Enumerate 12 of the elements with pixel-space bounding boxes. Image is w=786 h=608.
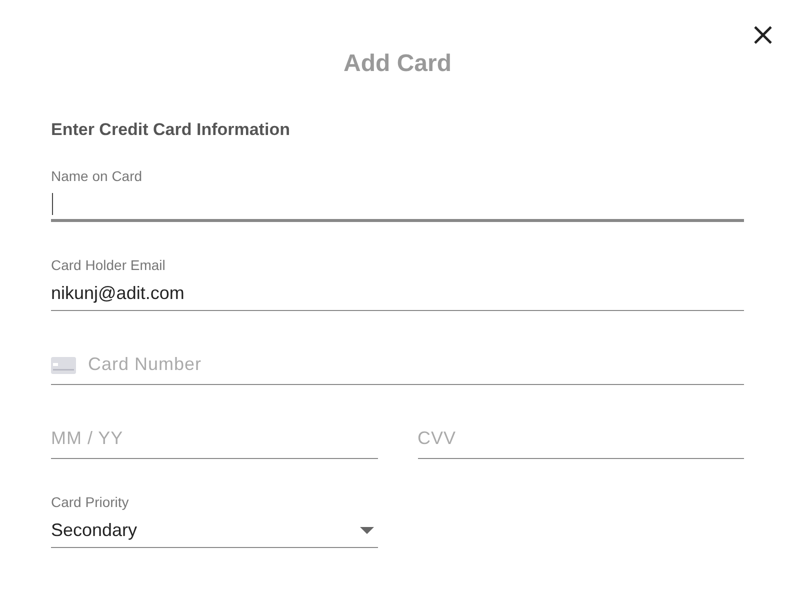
credit-card-icon xyxy=(51,357,76,374)
input-field[interactable]: nikunj@adit.com xyxy=(51,277,744,311)
input-field[interactable]: MM / YY xyxy=(51,419,378,459)
section-title: Enter Credit Card Information xyxy=(51,119,291,141)
dialog-title: Add Card xyxy=(342,49,452,79)
text-cursor xyxy=(52,193,53,215)
dropdown[interactable]: Secondary xyxy=(51,514,378,548)
field-label: Card Priority xyxy=(51,493,130,511)
caret-icon xyxy=(360,527,374,534)
field-label: Card Holder Email xyxy=(51,256,166,274)
field-label: Name on Card xyxy=(51,167,144,185)
input-field[interactable]: CVV xyxy=(418,419,744,459)
